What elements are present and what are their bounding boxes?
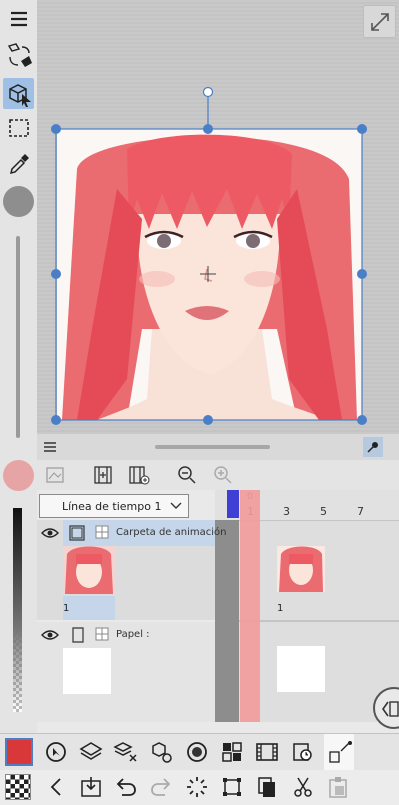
frame-number: 5 <box>320 505 327 518</box>
new-cel-icon[interactable] <box>93 465 113 485</box>
animation-icon[interactable] <box>253 738 281 766</box>
sub-tool-settings-icon[interactable] <box>147 738 175 766</box>
layer-name: Papel : <box>116 629 150 640</box>
left-toolbar <box>0 0 37 733</box>
layer-thumbnail <box>63 546 115 594</box>
layer-frame-label-bg <box>63 596 115 620</box>
transparent-color-icon[interactable] <box>5 774 31 800</box>
transform-box[interactable] <box>37 80 399 434</box>
onion-skin-icon[interactable] <box>46 465 66 485</box>
pin-icon[interactable] <box>363 437 383 457</box>
layers-icon[interactable] <box>77 738 105 766</box>
layer-row-paper[interactable]: Papel : <box>37 622 215 722</box>
selection-rect-icon[interactable] <box>3 112 34 143</box>
loading-icon[interactable] <box>183 773 211 801</box>
paper-cel-thumbnail[interactable] <box>277 646 325 692</box>
frame-grid[interactable]: 1 <box>239 520 399 722</box>
expand-icon[interactable] <box>363 5 396 38</box>
eye-icon[interactable] <box>41 527 59 539</box>
panel-drag-handle[interactable] <box>155 445 270 449</box>
brush-size-icon[interactable] <box>3 186 34 217</box>
sub-color-swatch[interactable] <box>3 460 34 491</box>
layer-frame-label: 1 <box>63 603 70 614</box>
paper-icon <box>71 627 85 643</box>
timeline-icon[interactable] <box>289 738 317 766</box>
layer-settings-icon[interactable] <box>112 738 140 766</box>
copy-icon[interactable] <box>253 773 281 801</box>
object-select-icon[interactable] <box>3 78 34 109</box>
opacity-slider[interactable] <box>13 508 22 712</box>
layer-row-animation-folder[interactable]: Carpeta de animación 1 <box>37 520 226 620</box>
menu-icon[interactable] <box>3 3 34 34</box>
timeline-panel: Línea de tiempo 1 0 1 3 5 7 1 Carpeta d <box>37 434 399 734</box>
panel-header <box>37 434 399 460</box>
color-swatch[interactable] <box>5 738 33 766</box>
swap-tool-icon[interactable] <box>3 40 34 71</box>
import-icon[interactable] <box>77 773 105 801</box>
undo-icon[interactable] <box>112 773 140 801</box>
cel-thumbnail[interactable] <box>277 546 325 592</box>
bottom-toolbar-primary <box>0 733 399 770</box>
panel-menu-icon[interactable] <box>43 441 57 453</box>
zoom-in-icon[interactable] <box>213 465 233 485</box>
operation-icon[interactable] <box>42 738 70 766</box>
new-animation-folder-icon[interactable] <box>128 465 150 485</box>
cel-label: 1 <box>277 603 284 614</box>
bottom-toolbar-secondary <box>0 770 399 805</box>
playhead[interactable] <box>240 490 260 722</box>
back-icon[interactable] <box>42 773 70 801</box>
navigator-icon[interactable] <box>183 738 211 766</box>
layer-name: Carpeta de animación <box>116 527 227 538</box>
brush-size-slider[interactable] <box>16 236 20 438</box>
timeline-track-gutter <box>215 490 239 722</box>
timeline-toolbar <box>37 460 399 490</box>
edit-icon[interactable] <box>324 734 354 770</box>
chevron-down-icon <box>170 502 182 509</box>
grid-icon <box>95 525 109 539</box>
layer-thumbnail <box>63 648 111 694</box>
material-icon[interactable] <box>218 738 246 766</box>
grid-icon <box>95 627 109 641</box>
eye-icon[interactable] <box>41 629 59 641</box>
redo-icon[interactable] <box>147 773 175 801</box>
frame-number: 3 <box>283 505 290 518</box>
animation-folder-icon <box>69 525 85 541</box>
transform-icon[interactable] <box>218 773 246 801</box>
current-frame-marker[interactable] <box>227 490 239 518</box>
frame-number: 7 <box>357 505 364 518</box>
zoom-out-icon[interactable] <box>177 465 197 485</box>
paste-icon[interactable] <box>324 773 352 801</box>
timeline-select[interactable]: Línea de tiempo 1 <box>39 494 189 518</box>
timeline-name: Línea de tiempo 1 <box>62 499 162 513</box>
eyedropper-icon[interactable] <box>3 148 34 179</box>
cut-icon[interactable] <box>289 773 317 801</box>
